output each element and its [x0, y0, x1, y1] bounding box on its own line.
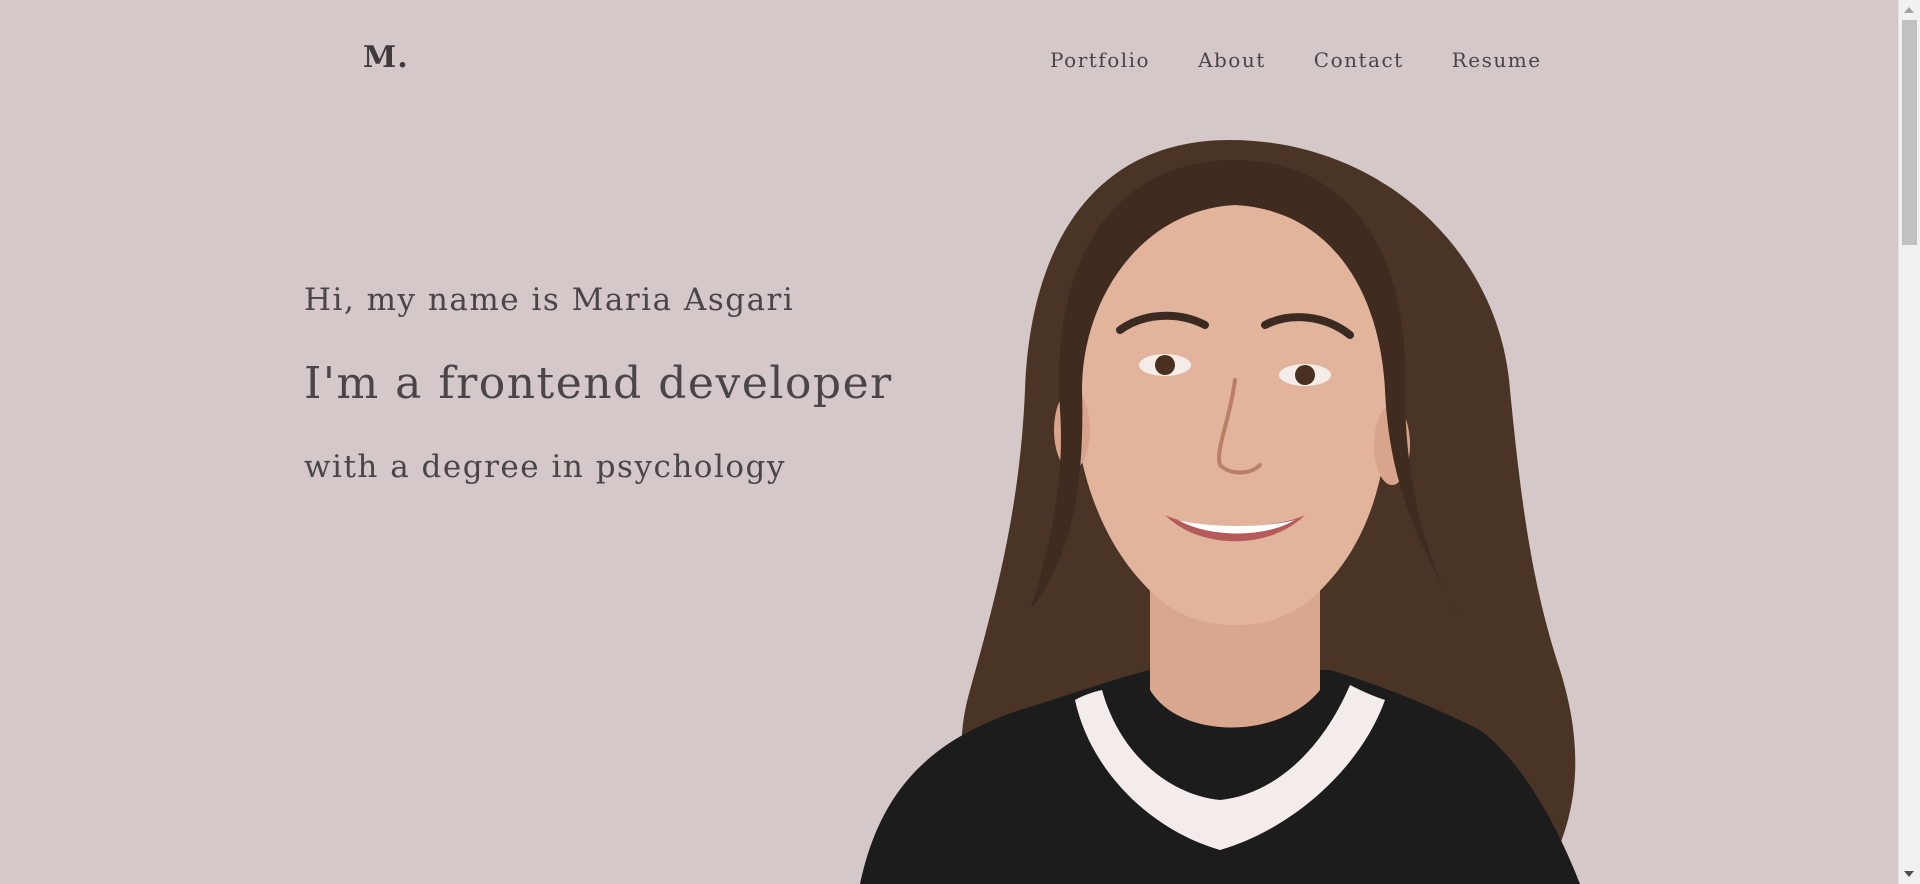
hero-degree: with a degree in psychology	[304, 449, 786, 485]
left-iris	[1155, 355, 1175, 375]
portrait-photo-icon	[860, 140, 1580, 884]
hero-section: Hi, my name is Maria Asgari I'm a fronte…	[304, 282, 893, 485]
nav-contact[interactable]: Contact	[1314, 48, 1404, 72]
scrollbar-thumb[interactable]	[1902, 20, 1917, 245]
nav-about[interactable]: About	[1198, 48, 1266, 72]
hero-greeting: Hi, my name is Maria Asgari	[304, 282, 795, 318]
right-iris	[1295, 365, 1315, 385]
page: M. Portfolio About Contact Resume Hi, my…	[0, 0, 1920, 884]
nav-portfolio[interactable]: Portfolio	[1050, 48, 1150, 72]
scroll-up-icon[interactable]	[1904, 7, 1914, 13]
nav-resume[interactable]: Resume	[1452, 48, 1542, 72]
hero-role: I'm a frontend developer	[304, 358, 893, 409]
main-nav: Portfolio About Contact Resume	[1050, 48, 1542, 72]
scroll-down-icon[interactable]	[1904, 871, 1914, 877]
site-logo[interactable]: M.	[363, 40, 409, 75]
vertical-scrollbar[interactable]	[1898, 0, 1920, 884]
